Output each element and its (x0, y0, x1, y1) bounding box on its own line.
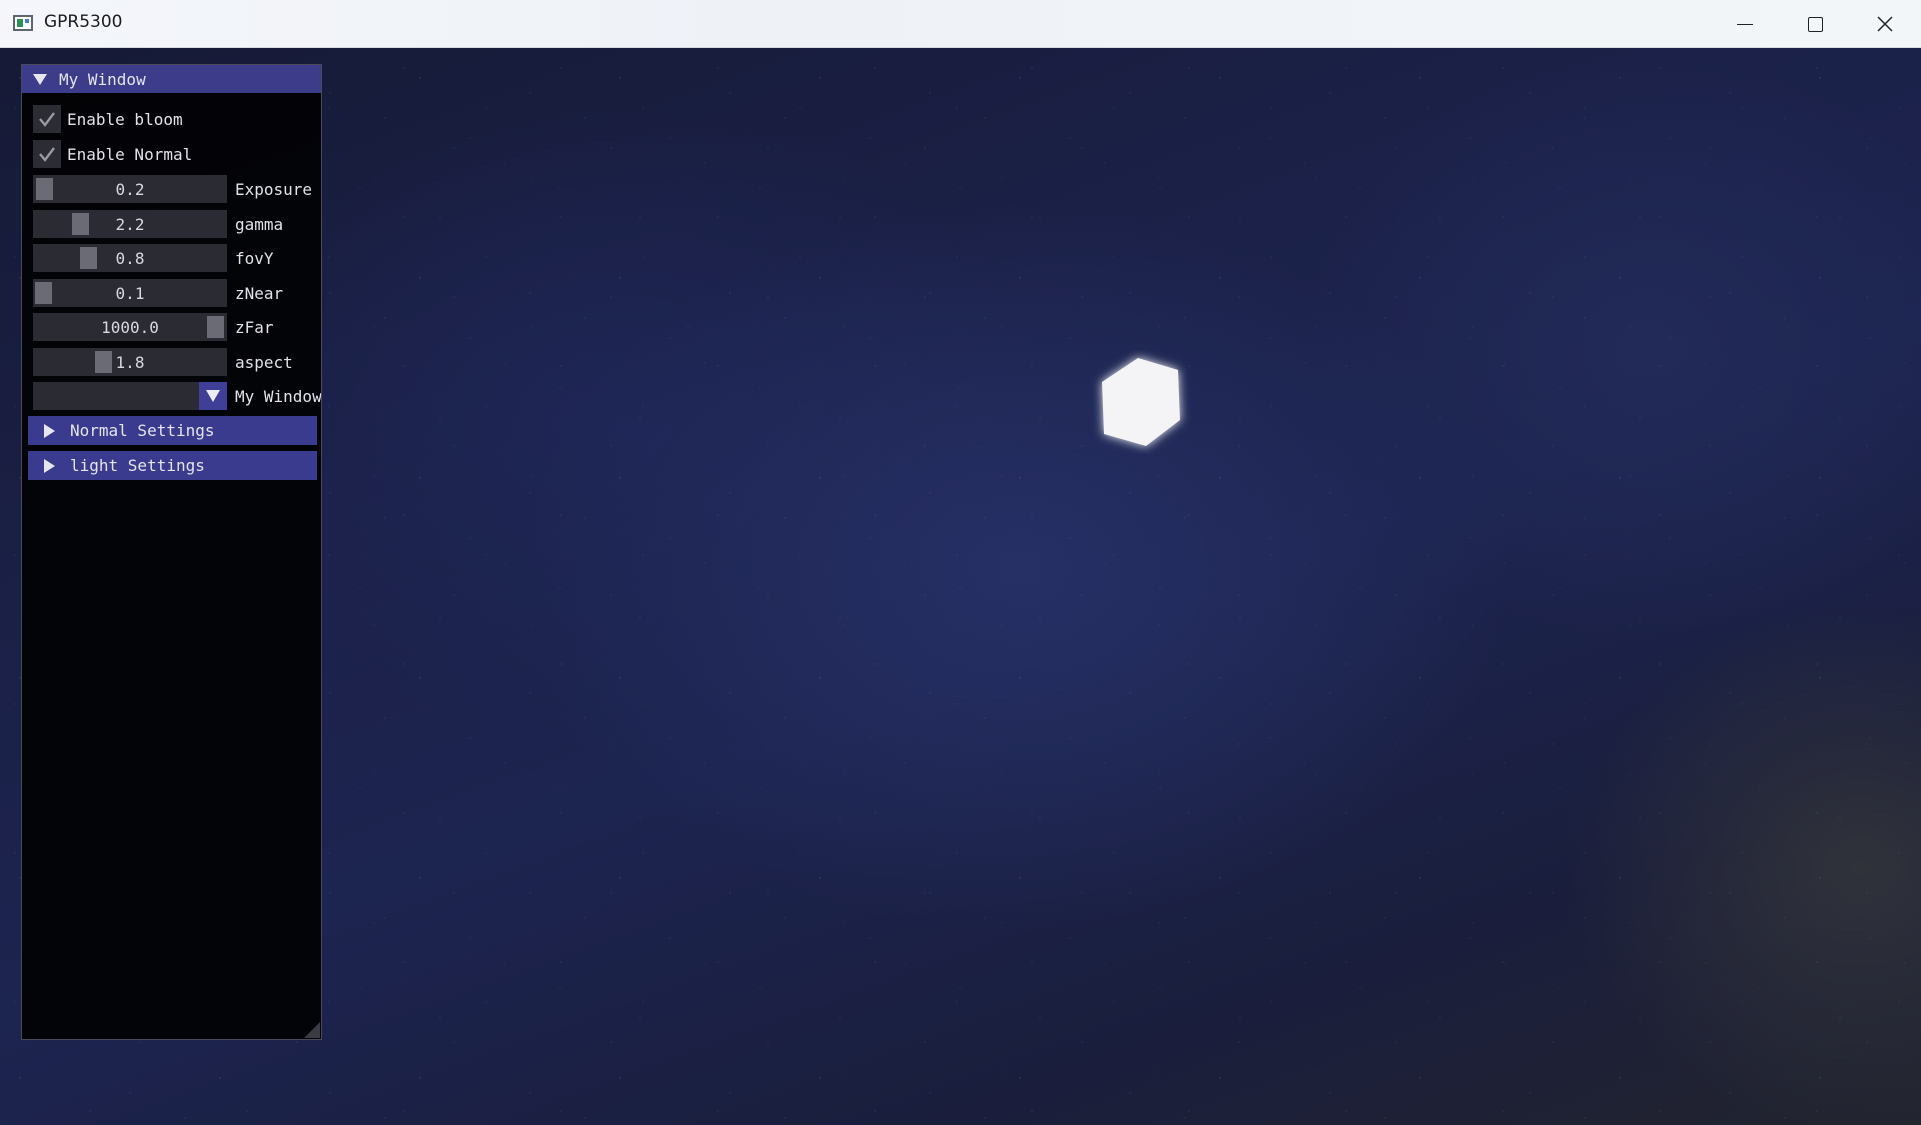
slider-grab[interactable] (36, 178, 53, 200)
normal-settings-label: Normal Settings (70, 421, 215, 440)
close-button[interactable] (1850, 0, 1920, 48)
chevron-down-icon (206, 390, 220, 402)
gamma-label: gamma (235, 214, 284, 234)
window-combo[interactable] (33, 382, 227, 410)
combo-dropdown-button[interactable] (199, 382, 227, 410)
window-titlebar[interactable]: GPR5300 (0, 0, 1921, 48)
znear-row: 0.1 zNear (33, 279, 283, 307)
resize-grip[interactable] (304, 1022, 320, 1038)
enable-normal-label: Enable Normal (67, 144, 193, 164)
aspect-slider[interactable]: 1.8 (33, 348, 227, 376)
gamma-slider[interactable]: 2.2 (33, 210, 227, 238)
slider-grab[interactable] (95, 351, 112, 373)
aspect-label: aspect (235, 352, 293, 372)
enable-bloom-row[interactable]: Enable bloom (33, 105, 183, 133)
aspect-value: 1.8 (115, 352, 145, 372)
fovy-label: fovY (235, 248, 274, 268)
znear-slider[interactable]: 0.1 (33, 279, 227, 307)
glowing-cube (1102, 358, 1180, 446)
maximize-button[interactable] (1780, 0, 1850, 48)
gamma-value: 2.2 (115, 214, 145, 234)
window-combo-row: My Window (33, 382, 322, 410)
imgui-window-titlebar[interactable]: My Window (22, 65, 321, 93)
minimize-button[interactable] (1710, 0, 1780, 48)
normal-settings-header[interactable]: Normal Settings (28, 416, 317, 445)
imgui-window[interactable]: My Window Enable bloom Enable Normal 0.2… (21, 64, 322, 1040)
app-icon (13, 15, 33, 31)
checkmark-icon (39, 147, 55, 162)
fovy-slider[interactable]: 0.8 (33, 244, 227, 272)
maximize-icon (1807, 16, 1823, 32)
slider-grab[interactable] (35, 282, 52, 304)
znear-value: 0.1 (115, 283, 145, 303)
zfar-slider[interactable]: 1000.0 (33, 313, 227, 341)
zfar-value: 1000.0 (101, 317, 159, 337)
close-icon (1877, 16, 1893, 32)
checkmark-icon (39, 112, 55, 127)
exposure-slider[interactable]: 0.2 (33, 175, 227, 203)
enable-bloom-checkbox[interactable] (33, 105, 61, 133)
gamma-row: 2.2 gamma (33, 210, 283, 238)
minimize-icon (1737, 23, 1753, 25)
zfar-label: zFar (235, 317, 274, 337)
zfar-row: 1000.0 zFar (33, 313, 274, 341)
fovy-value: 0.8 (115, 248, 145, 268)
slider-grab[interactable] (207, 316, 224, 338)
znear-label: zNear (235, 283, 284, 303)
slider-grab[interactable] (72, 213, 89, 235)
enable-normal-row[interactable]: Enable Normal (33, 140, 192, 168)
enable-bloom-label: Enable bloom (67, 109, 183, 129)
imgui-window-title: My Window (59, 69, 146, 89)
expand-arrow-icon (44, 458, 55, 473)
window-combo-label: My Window (235, 386, 322, 406)
window-title: GPR5300 (44, 12, 123, 32)
light-settings-header[interactable]: light Settings (28, 451, 317, 480)
slider-grab[interactable] (80, 247, 97, 269)
expand-arrow-icon (44, 423, 55, 438)
exposure-label: Exposure (235, 179, 313, 199)
exposure-row: 0.2 Exposure (33, 175, 312, 203)
light-settings-label: light Settings (70, 456, 205, 475)
exposure-value: 0.2 (115, 179, 145, 199)
enable-normal-checkbox[interactable] (33, 140, 61, 168)
aspect-row: 1.8 aspect (33, 348, 293, 376)
collapse-arrow-icon[interactable] (33, 73, 47, 85)
fovy-row: 0.8 fovY (33, 244, 274, 272)
